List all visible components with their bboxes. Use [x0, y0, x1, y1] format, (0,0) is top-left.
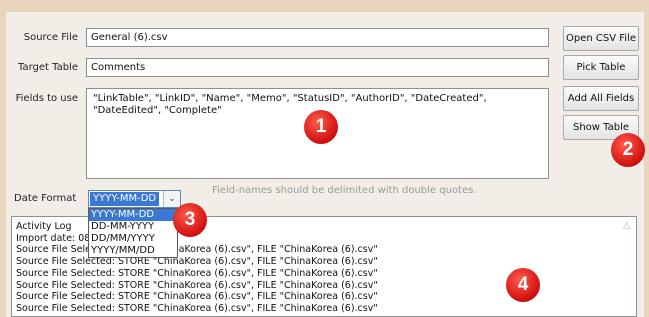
dropdown-option[interactable]: YYYY/MM/DD — [89, 245, 177, 257]
date-format-value: YYYY-MM-DD — [90, 192, 160, 206]
pick-table-button[interactable]: Pick Table — [563, 55, 639, 80]
annotation-badge-1: 1 — [304, 110, 338, 144]
dropdown-option[interactable]: YYYY-MM-DD — [89, 209, 177, 221]
fields-to-use-label: Fields to use — [15, 93, 78, 104]
scroll-up-arrow-icon[interactable]: △ — [623, 221, 630, 233]
date-format-label: Date Format — [14, 193, 77, 204]
log-line: Source File Selected: STORE "ChinaKorea … — [16, 302, 378, 314]
date-format-select[interactable]: YYYY-MM-DD ⌄ — [88, 190, 181, 208]
add-all-fields-button[interactable]: Add All Fields — [563, 86, 639, 111]
log-line: Source File Selected: STORE "ChinaKorea … — [16, 267, 378, 279]
target-table-field[interactable]: Comments — [86, 58, 549, 77]
annotation-badge-2: 2 — [611, 133, 645, 167]
dropdown-option[interactable]: DD/MM/YYYY — [89, 233, 177, 245]
delimiter-hint: Field-names should be delimited with dou… — [212, 185, 477, 196]
source-file-label: Source File — [23, 32, 78, 43]
target-table-label: Target Table — [18, 62, 78, 73]
annotation-badge-4: 4 — [506, 268, 540, 302]
log-line: Source File Selected: STORE "ChinaKorea … — [16, 291, 378, 303]
open-csv-file-button[interactable]: Open CSV File — [563, 26, 639, 51]
date-format-dropdown-list[interactable]: YYYY-MM-DD DD-MM-YYYY DD/MM/YYYY YYYY/MM… — [88, 208, 178, 258]
source-file-field[interactable]: General (6).csv — [86, 28, 549, 47]
annotation-badge-3: 3 — [173, 203, 207, 237]
dropdown-option[interactable]: DD-MM-YYYY — [89, 221, 177, 233]
chevron-down-icon[interactable]: ⌄ — [163, 191, 180, 207]
